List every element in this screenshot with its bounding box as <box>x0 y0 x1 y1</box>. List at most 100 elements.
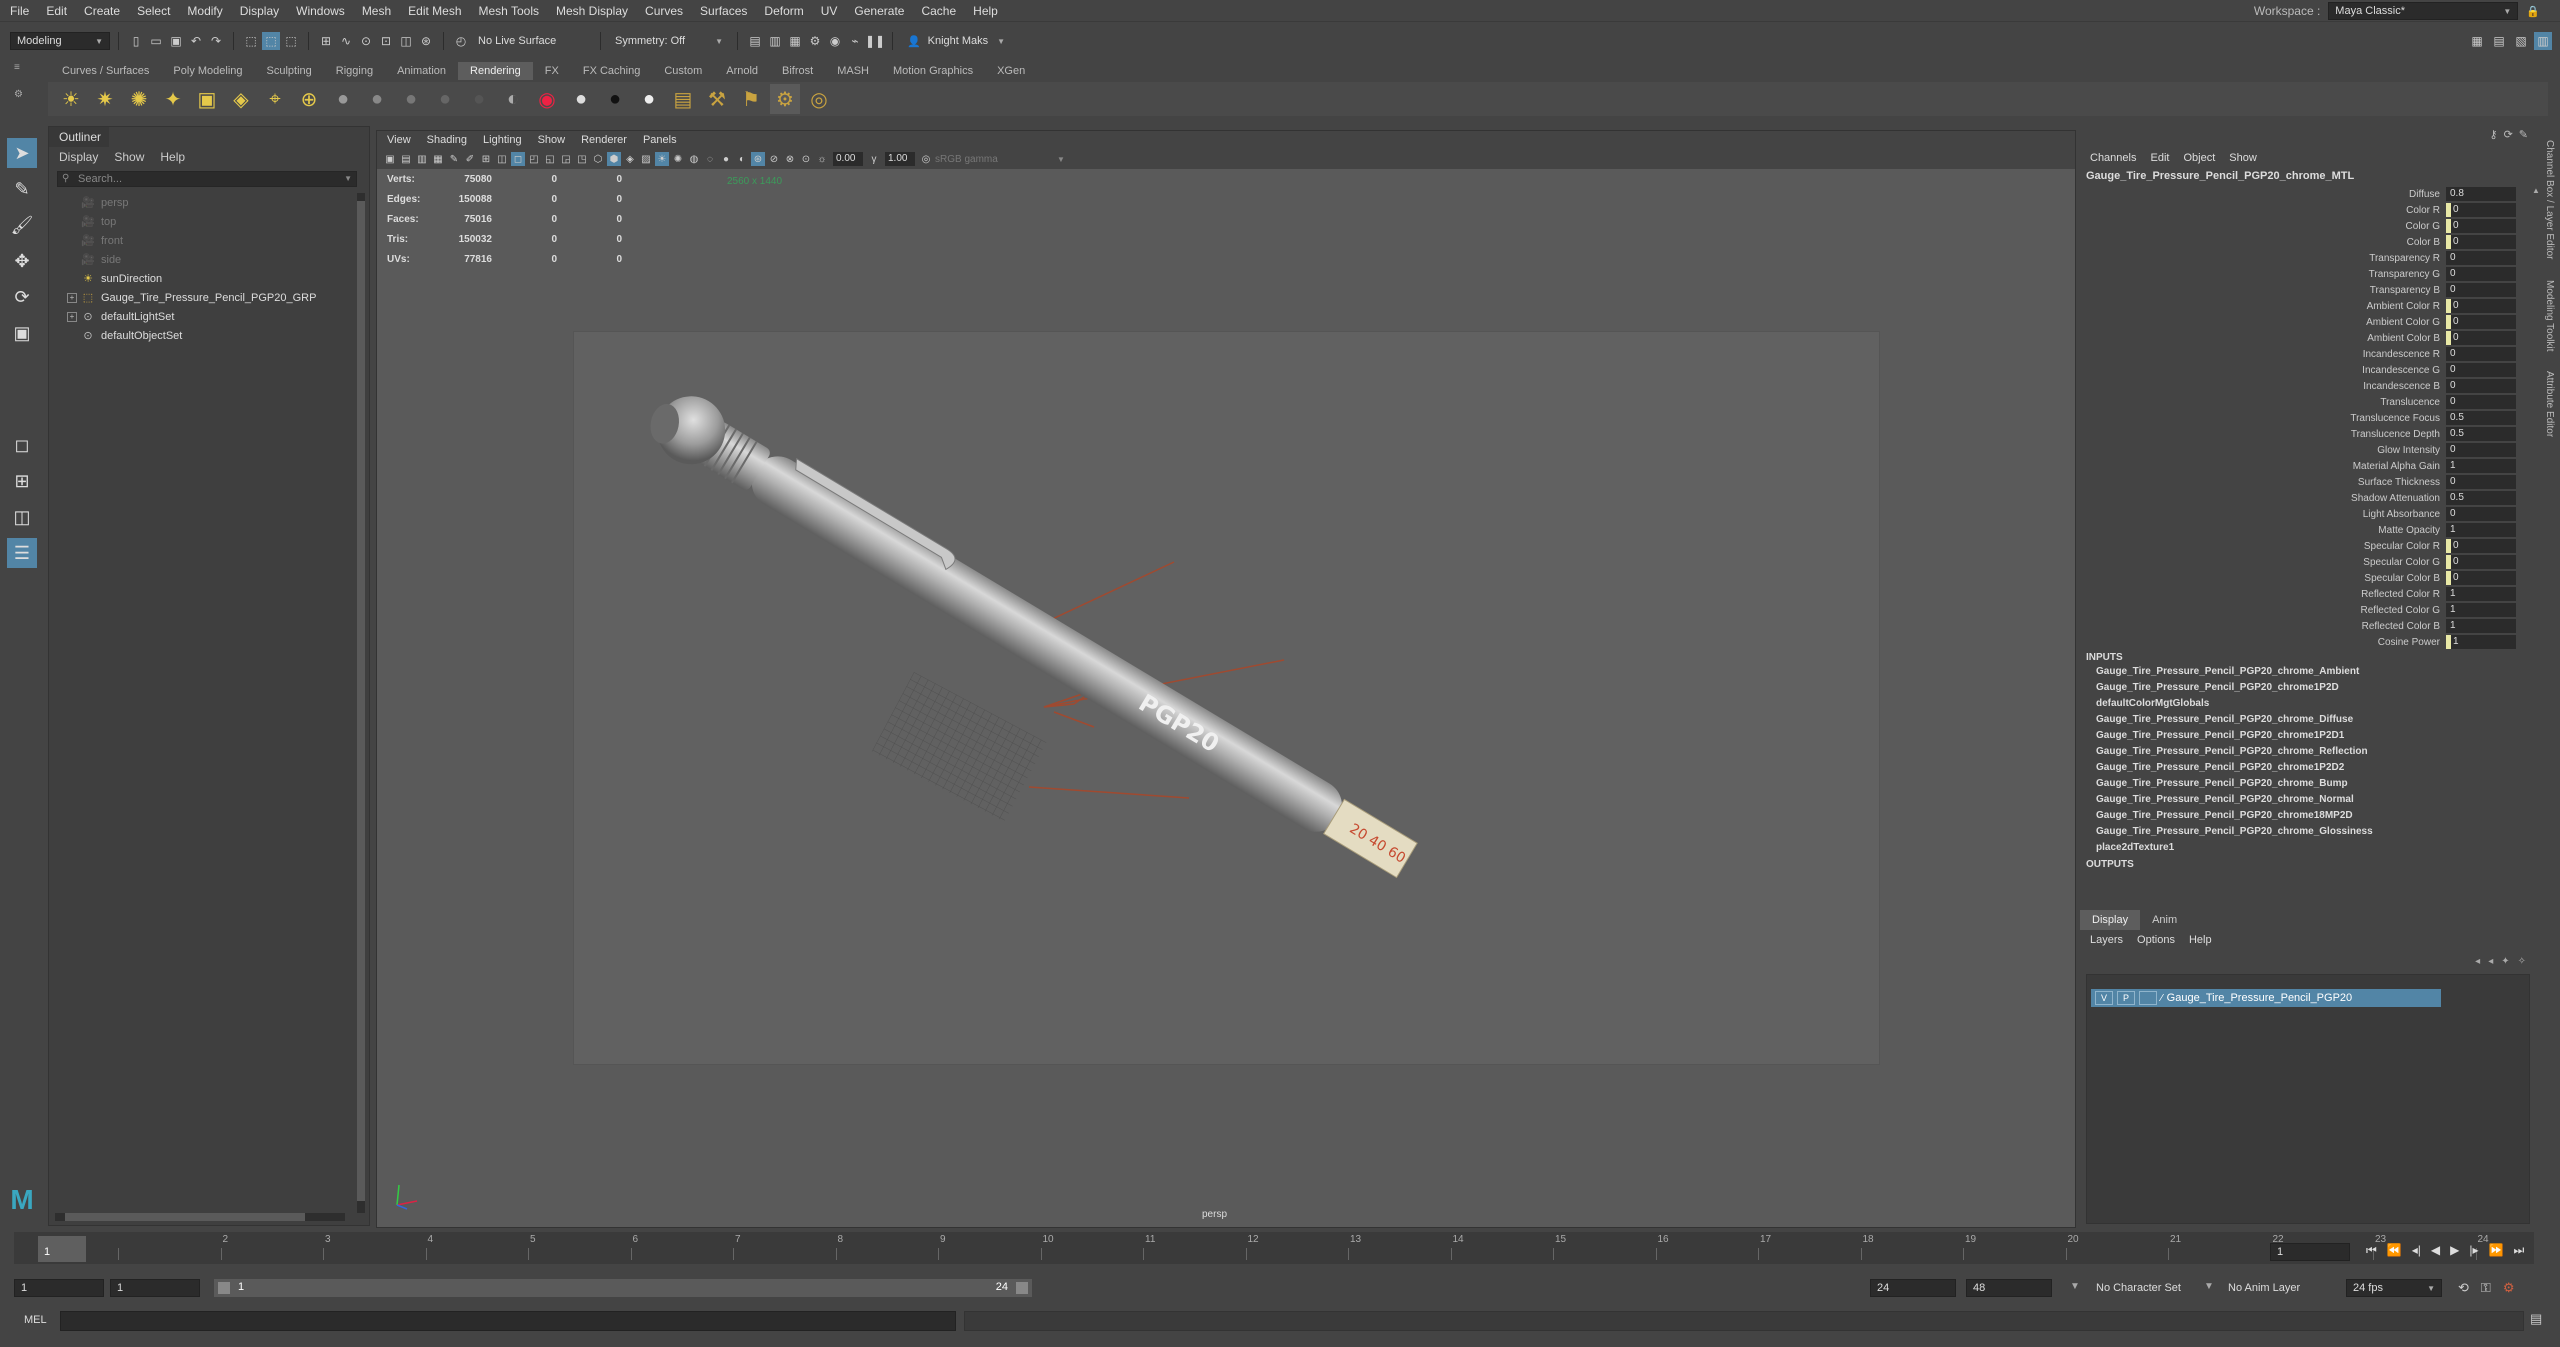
safe-action-icon[interactable]: ◲ <box>559 152 573 166</box>
menu-edit[interactable]: Edit <box>46 4 67 18</box>
select-component-icon[interactable]: ⬚ <box>282 32 300 50</box>
four-view-layout-icon[interactable]: ⊞ <box>7 466 37 496</box>
lock-icon[interactable]: 🔒 <box>2526 5 2540 18</box>
channel-sync-icon[interactable]: ⟳ <box>2504 128 2513 141</box>
attribute-value[interactable]: 1 <box>2446 619 2516 633</box>
grease-pencil-icon[interactable]: ✐ <box>463 152 477 166</box>
attribute-name[interactable]: Translucence Focus <box>2080 413 2446 424</box>
symmetry-dropdown[interactable]: Symmetry: Off ▼ <box>609 32 729 50</box>
black-ball-icon[interactable]: ● <box>600 84 630 114</box>
menu-mesh[interactable]: Mesh <box>362 4 391 18</box>
animation-preferences-icon[interactable]: ⚙ <box>2503 1280 2515 1296</box>
pause-icon[interactable]: ❚❚ <box>865 32 885 50</box>
attribute-name[interactable]: Reflected Color R <box>2080 589 2446 600</box>
attribute-name[interactable]: Reflected Color B <box>2080 621 2446 632</box>
field-chart-icon[interactable]: ◱ <box>543 152 557 166</box>
attribute-name[interactable]: Transparency R <box>2080 253 2446 264</box>
attribute-name[interactable]: Incandescence R <box>2080 349 2446 360</box>
redo-icon[interactable]: ↷ <box>207 32 225 50</box>
attribute-value[interactable]: 0 <box>2446 507 2516 521</box>
layer-menu-help[interactable]: Help <box>2189 934 2212 946</box>
rotate-tool-icon[interactable]: ⟳ <box>7 282 37 312</box>
time-slider[interactable]: 1 2 3 4 5 6 7 8 9 10 11 12 13 14 15 16 17 18 19 20 21 22 23 24 <box>14 1232 2534 1264</box>
blinn-ball-icon[interactable]: ● <box>362 84 392 114</box>
select-hierarchy-icon[interactable]: ⬚ <box>242 32 260 50</box>
shelf-tab-poly-modeling[interactable]: Poly Modeling <box>161 62 254 80</box>
live-surface-dropdown[interactable]: No Live Surface <box>472 32 592 50</box>
side-by-side-layout-icon[interactable]: ◫ <box>7 502 37 532</box>
undo-icon[interactable]: ↶ <box>187 32 205 50</box>
outliner-item[interactable]: 🎥 top <box>49 212 116 231</box>
outliner-item[interactable]: 🎥 front <box>49 231 123 250</box>
snap-curve-icon[interactable]: ∿ <box>337 32 355 50</box>
smooth-shade-icon[interactable]: ⬢ <box>607 152 621 166</box>
viewport-menu-view[interactable]: View <box>387 134 411 146</box>
snap-view-plane-icon[interactable]: ◫ <box>397 32 415 50</box>
snap-live-icon[interactable]: ⊛ <box>417 32 435 50</box>
lasso-tool-icon[interactable]: ✎ <box>7 174 37 204</box>
menu-mesh-tools[interactable]: Mesh Tools <box>479 4 539 18</box>
batch-render-icon[interactable]: ⚒ <box>702 84 732 114</box>
new-layer-icon[interactable]: ✦ <box>2501 956 2509 967</box>
film-gate-icon[interactable]: ◫ <box>495 152 509 166</box>
resolution-gate-icon[interactable]: ◻ <box>511 152 525 166</box>
menu-uv[interactable]: UV <box>821 4 838 18</box>
scrollbar-thumb[interactable] <box>357 201 365 1201</box>
shelf-tab-fx-caching[interactable]: FX Caching <box>571 62 652 80</box>
use-all-lights-icon[interactable]: ☀ <box>655 152 669 166</box>
menu-select[interactable]: Select <box>137 4 170 18</box>
anim-layer-dropdown[interactable]: No Anim Layer <box>2222 1279 2332 1297</box>
scene-render[interactable]: 20 40 60 PGP20 <box>574 332 1881 1066</box>
render-view-icon[interactable]: ▤ <box>746 32 764 50</box>
animation-end-field[interactable]: 48 <box>1966 1279 2052 1297</box>
attribute-name[interactable]: Translucence <box>2080 397 2446 408</box>
scrollbar-thumb[interactable] <box>65 1213 305 1221</box>
channel-pin-icon[interactable]: ✎ <box>2519 128 2528 141</box>
outliner-menu-display[interactable]: Display <box>59 150 98 164</box>
menu-modify[interactable]: Modify <box>187 4 222 18</box>
menu-generate[interactable]: Generate <box>854 4 904 18</box>
viewport-menu-shading[interactable]: Shading <box>427 134 467 146</box>
wireframe-icon[interactable]: ⬡ <box>591 152 605 166</box>
viewport-menu-show[interactable]: Show <box>538 134 566 146</box>
attribute-value[interactable]: 1 <box>2446 523 2516 537</box>
layer-visibility-toggle[interactable]: V <box>2095 991 2113 1005</box>
attribute-name[interactable]: Material Alpha Gain <box>2080 461 2446 472</box>
outliner-item[interactable]: ⊙ defaultObjectSet <box>49 326 182 345</box>
step-forward-key-icon[interactable]: ⏩ <box>2489 1243 2504 1258</box>
attribute-value[interactable]: 0 <box>2446 203 2516 217</box>
attribute-value[interactable]: 0 <box>2446 219 2516 233</box>
select-camera-icon[interactable]: ▣ <box>383 152 397 166</box>
color-space-field[interactable]: sRGB gamma <box>935 154 1055 165</box>
attribute-name[interactable]: Specular Color G <box>2080 557 2446 568</box>
snap-projected-icon[interactable]: ⊡ <box>377 32 395 50</box>
render-region-icon[interactable]: ⚑ <box>736 84 766 114</box>
arnold-render-icon[interactable]: ⌁ <box>846 32 864 50</box>
viewport-menu-lighting[interactable]: Lighting <box>483 134 522 146</box>
menu-mesh-display[interactable]: Mesh Display <box>556 4 628 18</box>
shelf-tab-mash[interactable]: MASH <box>825 62 881 80</box>
channel-box-scrollbar[interactable]: ▲ <box>2532 186 2540 946</box>
input-node[interactable]: Gauge_Tire_Pressure_Pencil_PGP20_chrome_… <box>2096 714 2353 725</box>
side-tab[interactable]: Attribute Editor <box>2544 371 2555 437</box>
camera-aim-icon[interactable]: ⊕ <box>294 84 324 114</box>
go-to-start-icon[interactable]: ⏮ <box>2366 1243 2377 1258</box>
attribute-value[interactable]: 0 <box>2446 347 2516 361</box>
shelf-tab-animation[interactable]: Animation <box>385 62 458 80</box>
shelf-tab-sculpting[interactable]: Sculpting <box>255 62 324 80</box>
user-dropdown[interactable]: 👤 Knight Maks ▼ <box>901 32 1011 50</box>
shelf-tab-bifrost[interactable]: Bifrost <box>770 62 825 80</box>
attribute-value[interactable]: 0 <box>2446 283 2516 297</box>
outliner-item[interactable]: 🎥 side <box>49 250 121 269</box>
screen-space-ao-icon[interactable]: ◍ <box>687 152 701 166</box>
outliner-item[interactable]: ☀ sunDirection <box>49 269 162 288</box>
render-globals-icon[interactable]: ▤ <box>668 84 698 114</box>
new-layer-selected-icon[interactable]: ✧ <box>2518 956 2526 967</box>
ambient-light-icon[interactable]: ◈ <box>226 84 256 114</box>
light-ball-icon[interactable]: ● <box>634 84 664 114</box>
auto-key-icon[interactable]: ⚿ <box>2481 1280 2491 1296</box>
surface-shader-icon[interactable]: ● <box>430 84 460 114</box>
input-node[interactable]: Gauge_Tire_Pressure_Pencil_PGP20_chrome1… <box>2096 762 2344 773</box>
attribute-value[interactable]: 0 <box>2446 235 2516 249</box>
layer-menu-layers[interactable]: Layers <box>2090 934 2123 946</box>
